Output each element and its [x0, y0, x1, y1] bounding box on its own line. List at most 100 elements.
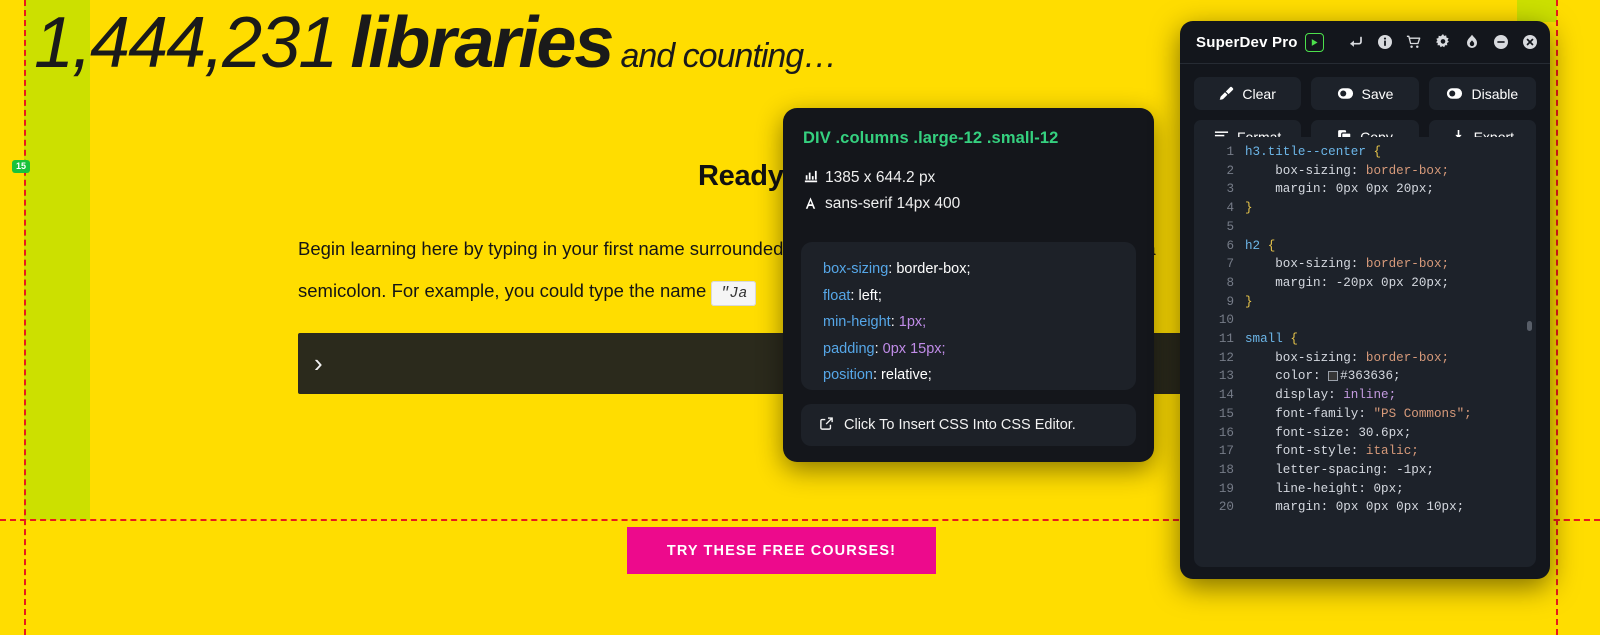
example-name-chip: "Ja: [711, 281, 757, 306]
editor-line: 16 font-size: 30.6px;: [1194, 424, 1536, 443]
line-code: }: [1245, 199, 1253, 218]
line-code: box-sizing: border-box;: [1245, 162, 1449, 181]
line-number: 15: [1218, 406, 1234, 421]
toggle-icon: [1337, 86, 1354, 101]
editor-line: 15 font-family: "PS Commons";: [1194, 405, 1536, 424]
code-token: -1px;: [1396, 462, 1434, 477]
code-token: small: [1245, 332, 1291, 347]
guide-line-left: [24, 0, 26, 635]
inspector-css-declarations: box-sizing: border-box; float: left; min-h…: [801, 242, 1136, 390]
code-token: box-sizing:: [1245, 350, 1366, 365]
code-token: border-box;: [1365, 163, 1450, 178]
editor-line: 5: [1194, 218, 1536, 237]
line-number: 13: [1218, 369, 1234, 384]
body-line-2: semicolon. For example, you could type t…: [298, 280, 707, 301]
editor-line: 6 h2 {: [1194, 237, 1536, 256]
hero-word: libraries: [350, 3, 614, 83]
brush-icon: [1219, 86, 1234, 101]
line-number: 3: [1226, 182, 1234, 197]
code-token: margin:: [1245, 275, 1336, 290]
editor-line: 2 box-sizing: border-box;: [1194, 162, 1536, 181]
line-code: font-style: italic;: [1245, 442, 1419, 461]
css-editor[interactable]: 1 h3.title--center {2 box-sizing: border-…: [1194, 137, 1536, 567]
line-number: 20: [1218, 500, 1234, 515]
line-code: }: [1245, 293, 1253, 312]
external-link-icon: [819, 416, 834, 435]
line-number: 11: [1218, 332, 1234, 347]
code-token: {: [1373, 145, 1382, 159]
editor-line: 13 color: #363636;: [1194, 367, 1536, 386]
code-token: border-box;: [1365, 257, 1450, 272]
insert-css-button[interactable]: Click To Insert CSS Into CSS Editor.: [801, 404, 1136, 446]
disable-button[interactable]: Disable: [1428, 77, 1536, 110]
code-token: font-size:: [1245, 425, 1359, 440]
undo-icon[interactable]: [1348, 34, 1364, 50]
scrollbar-thumb[interactable]: [1527, 321, 1532, 331]
close-icon[interactable]: [1522, 34, 1538, 50]
code-token: border-box;: [1365, 350, 1450, 365]
css-property: min-height: [823, 314, 891, 330]
info-icon[interactable]: [1377, 34, 1393, 50]
hero-tail: and counting…: [620, 37, 837, 75]
code-token: inline;: [1343, 388, 1397, 403]
css-property: position: [823, 367, 873, 383]
editor-line: 20 margin: 0px 0px 0px 10px;: [1194, 498, 1536, 517]
line-number: 16: [1218, 425, 1234, 440]
css-declaration: float: left;: [823, 287, 882, 304]
line-number: 4: [1226, 201, 1234, 216]
color-swatch-icon: [1328, 371, 1339, 382]
code-token: italic;: [1365, 444, 1419, 459]
clear-button[interactable]: Clear: [1194, 77, 1302, 110]
editor-line: 7 box-sizing: border-box;: [1194, 255, 1536, 274]
code-token: margin:: [1245, 182, 1336, 197]
line-number: 14: [1218, 388, 1234, 403]
save-button[interactable]: Save: [1311, 77, 1419, 110]
inspector-font-row: sans-serif 14px 400: [803, 195, 960, 213]
code-token: color:: [1245, 369, 1329, 384]
toggle-icon: [1446, 86, 1463, 101]
code-token: 0px 0px 0px 10px;: [1335, 500, 1465, 515]
hero-count: 1,444,231: [34, 3, 338, 83]
panel-title: SuperDev Pro: [1196, 33, 1298, 51]
cart-icon[interactable]: [1406, 34, 1422, 50]
button-label: Disable: [1471, 85, 1519, 102]
insert-css-label: Click To Insert CSS Into CSS Editor.: [844, 417, 1076, 433]
line-code: letter-spacing: -1px;: [1245, 461, 1434, 480]
code-token: {: [1290, 332, 1298, 347]
editor-line: 17 font-style: italic;: [1194, 442, 1536, 461]
line-number: 12: [1218, 350, 1234, 365]
editor-line: 11 small {: [1194, 330, 1536, 349]
superdev-logo-icon: [1304, 32, 1324, 52]
line-number: 7: [1226, 257, 1234, 272]
font-icon: [803, 196, 818, 213]
css-value: left;: [858, 287, 882, 304]
prompt-chevron-icon: ›: [314, 348, 323, 378]
inspector-size-text: 1385 x 644.2 px: [825, 169, 936, 186]
inspector-selector: DIV .columns .large-12 .small-12: [803, 129, 1059, 147]
gear-icon[interactable]: [1435, 34, 1451, 50]
code-token: box-sizing:: [1245, 257, 1366, 272]
code-token: "PS Commons";: [1373, 406, 1472, 421]
line-number: 17: [1218, 444, 1234, 459]
line-code: h2 {: [1245, 237, 1275, 256]
guide-line-right: [1556, 0, 1558, 635]
editor-line: 9}: [1194, 293, 1536, 312]
line-code: box-sizing: border-box;: [1245, 349, 1449, 368]
inspector-font-text: sans-serif 14px 400: [825, 195, 961, 212]
css-editor-scrollbar[interactable]: [1527, 137, 1532, 567]
line-number: 5: [1226, 219, 1234, 234]
line-number: 2: [1226, 163, 1234, 178]
css-value: 1px;: [898, 314, 927, 330]
try-free-courses-button[interactable]: TRY THESE FREE COURSES!: [627, 527, 936, 574]
editor-line: 19 line-height: 0px;: [1194, 480, 1536, 499]
code-token: }: [1245, 294, 1253, 309]
css-declaration: min-height: 1px;: [823, 314, 927, 330]
flame-icon[interactable]: [1464, 34, 1480, 50]
editor-line: 12 box-sizing: border-box;: [1194, 349, 1536, 368]
minimize-icon[interactable]: [1493, 34, 1509, 50]
code-token: -20px 0px 20px;: [1335, 275, 1450, 290]
line-number: 18: [1218, 462, 1234, 477]
css-declaration: padding: 0px 15px;: [823, 340, 946, 357]
css-property: padding: [823, 340, 875, 357]
